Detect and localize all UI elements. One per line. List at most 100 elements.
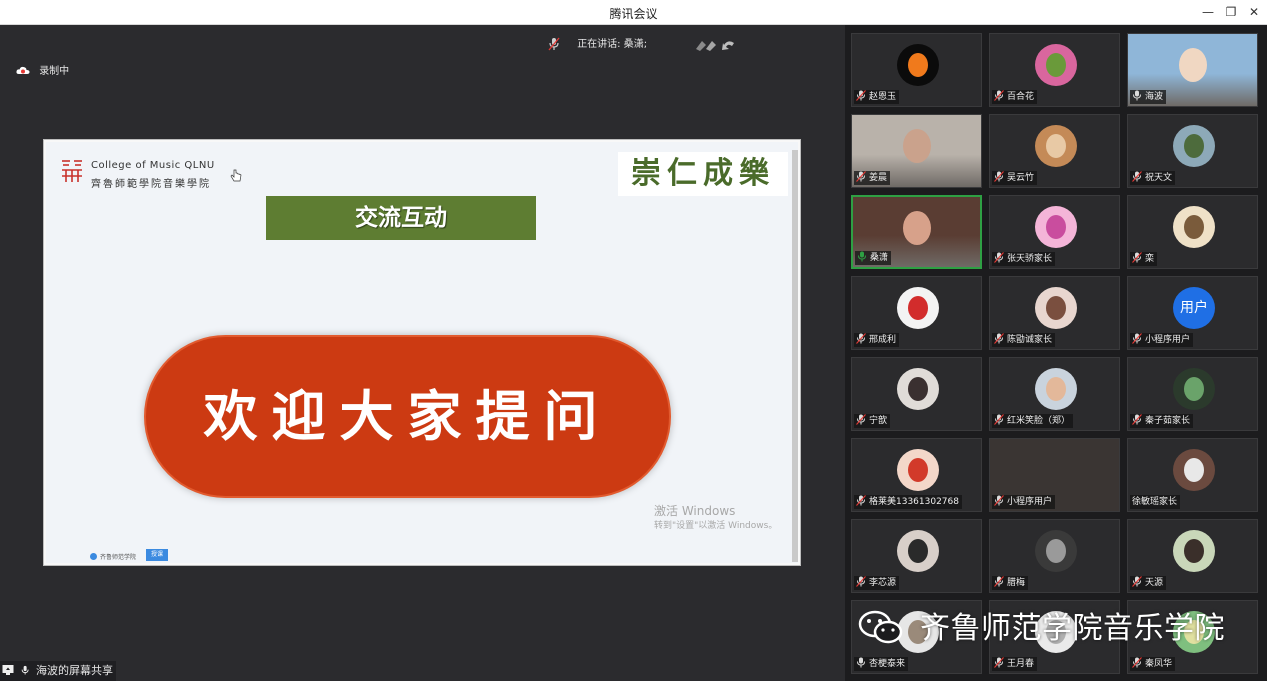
minimize-button[interactable]: — (1197, 3, 1219, 21)
participant-tile[interactable]: 徐敏瑶家长 (1127, 438, 1258, 512)
participant-avatar (897, 287, 939, 329)
participant-avatar (897, 44, 939, 86)
participant-tile[interactable]: 邢成利 (851, 276, 982, 350)
participant-name: 张天骄家长 (1007, 254, 1053, 264)
participant-name: 小程序用户 (1145, 335, 1191, 345)
muted-mic-icon (1132, 252, 1142, 263)
participant-tile[interactable]: 用户小程序用户 (1127, 276, 1258, 350)
activate-windows-title: 激活 Windows (654, 504, 736, 518)
participant-nametag: 天源 (1130, 576, 1167, 590)
participant-nametag: 红米笑脸（郑） (992, 414, 1074, 428)
participant-name: 陈勖诚家长 (1007, 335, 1053, 345)
mic-icon (1133, 90, 1141, 101)
participant-face (902, 211, 931, 245)
participant-nametag: 腊梅 (992, 576, 1029, 590)
participant-tile[interactable]: 百合花 (989, 33, 1120, 107)
annotation-tools-icon[interactable] (694, 37, 738, 53)
mic-icon (21, 665, 29, 675)
participant-name: 徐敏瑶家长 (1132, 497, 1178, 507)
participant-avatar (1035, 44, 1077, 86)
muted-mic-icon (994, 576, 1004, 587)
participant-avatar (1173, 125, 1215, 167)
participant-nametag: 祝天文 (1130, 171, 1176, 185)
window-title: 腾讯会议 (609, 7, 658, 21)
participant-nametag: 王月春 (992, 657, 1038, 671)
screen-share-indicator[interactable]: 海波的屏幕共享 (0, 661, 116, 681)
participant-avatar (1035, 368, 1077, 410)
participant-nametag: 徐敏瑶家长 (1130, 495, 1181, 509)
avatar-detail (1046, 215, 1066, 239)
shared-screen-area: 录制中 正在讲话: 桑潇; College of Music QLNU 齊魯師範… (0, 25, 845, 681)
college-name-cn: 齊魯師範學院音樂學院 (91, 179, 211, 190)
recording-indicator[interactable]: 录制中 (16, 62, 69, 77)
muted-mic-icon (994, 495, 1004, 506)
participant-name: 赵恩玉 (869, 92, 897, 102)
avatar-detail (908, 53, 928, 77)
speaking-indicator: 正在讲话: 桑潇; (548, 36, 647, 54)
avatar-detail (1046, 134, 1066, 158)
participant-tile[interactable]: 海波 (1127, 33, 1258, 107)
muted-mic-icon (994, 90, 1004, 101)
participant-tile[interactable]: 宁歆 (851, 357, 982, 431)
close-button[interactable]: ✕ (1243, 3, 1265, 21)
participant-tile[interactable]: 红米笑脸（郑） (989, 357, 1120, 431)
participant-name: 吴云竹 (1007, 173, 1035, 183)
participant-name: 姜晨 (869, 173, 888, 183)
participant-tile[interactable]: 姜晨 (851, 114, 982, 188)
avatar-detail (908, 458, 928, 482)
participant-avatar (1035, 206, 1077, 248)
participant-tile[interactable]: 格莱美13361302768 (851, 438, 982, 512)
hand-cursor-icon (230, 169, 242, 182)
avatar-detail (1046, 296, 1066, 320)
participant-name: 杏梗泰来 (869, 659, 906, 669)
participant-nametag: 秦子茹家长 (1130, 414, 1194, 428)
recording-label: 录制中 (39, 66, 70, 77)
participant-nametag: 小程序用户 (1130, 333, 1194, 347)
cloud-record-icon (16, 66, 30, 74)
wechat-icon (858, 610, 903, 644)
participant-name: 王月春 (1007, 659, 1035, 669)
screen-share-label: 海波的屏幕共享 (36, 664, 113, 677)
participant-tile[interactable]: 赵恩玉 (851, 33, 982, 107)
muted-mic-icon (548, 37, 560, 51)
watermark-text: 齐鲁师范学院音乐学院 (920, 611, 1226, 646)
participant-face (902, 129, 931, 163)
participant-avatar (1173, 368, 1215, 410)
avatar-detail (1184, 215, 1204, 239)
participant-name: 秦凤华 (1145, 659, 1173, 669)
participant-name: 格莱美13361302768 (869, 497, 959, 507)
participant-avatar: 用户 (1173, 287, 1215, 329)
participant-tile[interactable]: 天源 (1127, 519, 1258, 593)
participant-nametag: 吴云竹 (992, 171, 1038, 185)
muted-mic-icon (994, 171, 1004, 182)
participant-tile[interactable]: 陈勖诚家长 (989, 276, 1120, 350)
participant-tile[interactable]: 桑潇 (851, 195, 982, 269)
participant-tile[interactable]: 秦子茹家长 (1127, 357, 1258, 431)
screen-share-icon (2, 665, 14, 675)
participant-avatar (1173, 530, 1215, 572)
participant-avatar (1035, 125, 1077, 167)
muted-mic-icon (1132, 333, 1142, 344)
participant-name: 李芯源 (869, 578, 897, 588)
title-bar: 腾讯会议 — ❐ ✕ (0, 0, 1267, 25)
participant-name: 栾 (1145, 254, 1155, 264)
avatar-detail (1184, 377, 1204, 401)
muted-mic-icon (994, 333, 1004, 344)
participant-tile[interactable]: 腊梅 (989, 519, 1120, 593)
participant-tile[interactable]: 张天骄家长 (989, 195, 1120, 269)
participant-avatar (897, 530, 939, 572)
participant-nametag: 赵恩玉 (854, 90, 900, 104)
avatar-detail (1046, 539, 1066, 563)
participant-tile[interactable]: 栾 (1127, 195, 1258, 269)
participant-tile[interactable]: 吴云竹 (989, 114, 1120, 188)
participant-tile[interactable]: 小程序用户 (989, 438, 1120, 512)
participant-tile[interactable]: 祝天文 (1127, 114, 1258, 188)
participant-nametag: 百合花 (992, 90, 1038, 104)
browser-icon (90, 553, 97, 560)
muted-mic-icon (1132, 171, 1142, 182)
muted-mic-icon (994, 414, 1004, 425)
participant-name: 天源 (1145, 578, 1164, 588)
participant-tile[interactable]: 李芯源 (851, 519, 982, 593)
restore-button[interactable]: ❐ (1220, 3, 1242, 21)
college-logo-icon (62, 160, 82, 182)
